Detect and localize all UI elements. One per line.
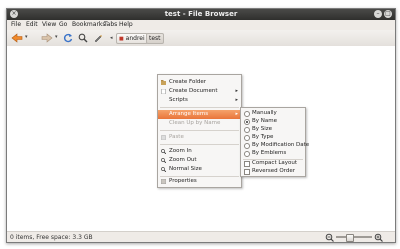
menu-item-normal-size[interactable]: Normal Size (158, 165, 241, 174)
submenu-arrow-icon: ▸ (235, 111, 238, 117)
forward-arrow-icon[interactable] (41, 33, 53, 43)
zoom-slider-handle[interactable] (346, 234, 354, 242)
document-icon (161, 89, 166, 94)
menu-bookmarks[interactable]: Bookmarks (72, 21, 106, 29)
menu-item-create-folder[interactable]: Create Folder (158, 78, 241, 87)
edit-location-icon[interactable] (93, 33, 103, 43)
menu-bar: File Edit View Go Bookmarks Tabs Help (7, 20, 395, 30)
menu-item-zoom-in[interactable]: Zoom In (158, 147, 241, 156)
toolbar: ▾ ▾ ◂ ■ andrei test (7, 30, 395, 47)
submenu-arrow-icon: ▸ (235, 88, 238, 94)
menu-view[interactable]: View (42, 21, 56, 29)
path-button-test[interactable]: test (146, 33, 164, 44)
submenu-item-by-emblems[interactable]: By Emblems (241, 149, 305, 158)
paste-icon (161, 135, 166, 140)
checkbox-icon (244, 169, 250, 175)
search-icon[interactable] (78, 33, 88, 43)
zoom-out-icon (161, 158, 166, 163)
properties-icon (161, 179, 166, 184)
submenu-arrow-icon: ▸ (235, 97, 238, 103)
menu-help[interactable]: Help (119, 21, 133, 29)
menu-separator (160, 107, 239, 108)
zoom-in-icon (161, 149, 166, 154)
home-folder-icon: ■ (119, 36, 124, 42)
status-bar: 0 items, Free space: 3.3 GB (7, 231, 395, 242)
menu-go[interactable]: Go (59, 21, 67, 29)
menu-item-arrange-items[interactable]: Arrange Items ▸ (158, 110, 241, 119)
zoom-slider-track[interactable] (336, 236, 372, 238)
menu-item-scripts[interactable]: Scripts ▸ (158, 96, 241, 105)
maximize-window-icon[interactable]: □ (384, 10, 392, 18)
reload-icon[interactable] (63, 33, 73, 43)
forward-history-dropdown-icon[interactable]: ▾ (55, 34, 58, 40)
menu-item-properties[interactable]: Properties (158, 177, 241, 186)
arrange-items-submenu: Manually By Name By Size By Type By Modi… (240, 107, 309, 177)
back-arrow-icon[interactable] (11, 33, 23, 43)
menu-item-create-document[interactable]: Create Document ▸ (158, 87, 241, 96)
path-label-test: test (149, 35, 161, 42)
radio-icon (244, 151, 250, 157)
menu-separator (160, 130, 239, 131)
folder-icon (161, 80, 166, 85)
menu-file[interactable]: File (11, 21, 21, 29)
window-title: test - File Browser (164, 10, 238, 18)
menu-tabs[interactable]: Tabs (104, 21, 117, 29)
path-label-andrei: andrei (125, 35, 145, 42)
back-history-dropdown-icon[interactable]: ▾ (25, 34, 28, 40)
context-menu: Create Folder Create Document ▸ Scripts … (157, 74, 242, 188)
title-bar[interactable]: × test - File Browser – □ (7, 9, 395, 20)
status-text: 0 items, Free space: 3.3 GB (10, 234, 93, 241)
zoom-normal-icon (161, 167, 166, 172)
menu-separator (160, 144, 239, 145)
zoom-in-icon[interactable] (374, 233, 383, 242)
minimize-window-icon[interactable]: – (374, 10, 382, 18)
menu-item-clean-up[interactable]: Clean Up by Name (158, 119, 241, 128)
menu-item-paste[interactable]: Paste (158, 133, 241, 142)
menu-item-zoom-out[interactable]: Zoom Out (158, 156, 241, 165)
zoom-out-icon[interactable] (325, 233, 334, 242)
path-scroll-left-icon[interactable]: ◂ (110, 35, 113, 41)
submenu-item-reversed-order[interactable]: Reversed Order (241, 167, 305, 176)
path-button-andrei[interactable]: ■ andrei (116, 33, 148, 44)
menu-edit[interactable]: Edit (26, 21, 38, 29)
